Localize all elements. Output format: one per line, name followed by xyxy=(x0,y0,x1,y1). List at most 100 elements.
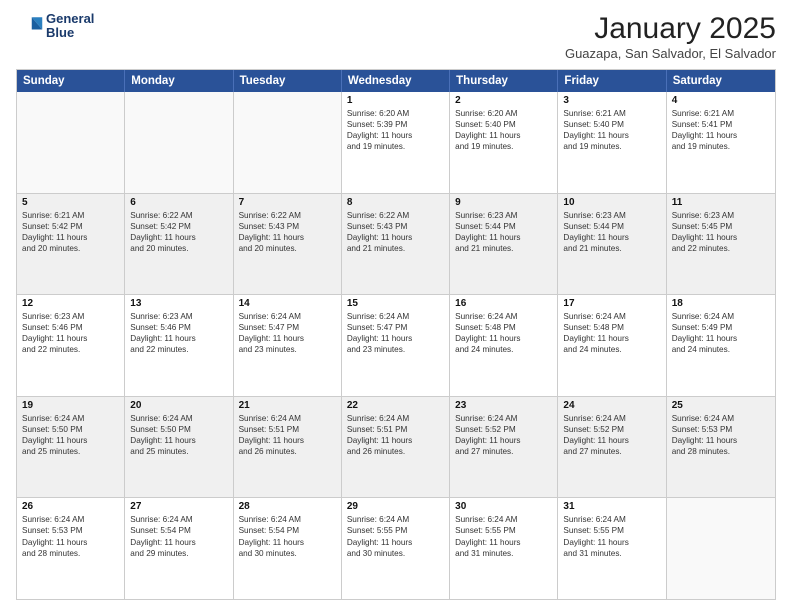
cell-line: Sunrise: 6:24 AM xyxy=(455,311,552,322)
cell-line: Sunset: 5:40 PM xyxy=(455,119,552,130)
calendar-cell-3-3: 22Sunrise: 6:24 AMSunset: 5:51 PMDayligh… xyxy=(342,397,450,498)
cell-line: Sunset: 5:48 PM xyxy=(455,322,552,333)
logo: General Blue xyxy=(16,12,94,41)
day-number: 12 xyxy=(22,298,119,309)
weekday-header-thursday: Thursday xyxy=(450,70,558,92)
calendar-body: 1Sunrise: 6:20 AMSunset: 5:39 PMDaylight… xyxy=(17,92,775,599)
cell-line: Sunrise: 6:21 AM xyxy=(22,210,119,221)
cell-line: Sunset: 5:42 PM xyxy=(22,221,119,232)
cell-line: Daylight: 11 hours xyxy=(347,537,444,548)
day-number: 19 xyxy=(22,400,119,411)
cell-line: Sunset: 5:55 PM xyxy=(347,525,444,536)
day-number: 9 xyxy=(455,197,552,208)
weekday-header-saturday: Saturday xyxy=(667,70,775,92)
day-number: 31 xyxy=(563,501,660,512)
day-number: 3 xyxy=(563,95,660,106)
cell-line: and 23 minutes. xyxy=(239,344,336,355)
cell-line: Daylight: 11 hours xyxy=(130,333,227,344)
calendar-cell-4-1: 27Sunrise: 6:24 AMSunset: 5:54 PMDayligh… xyxy=(125,498,233,599)
cell-line: Sunset: 5:40 PM xyxy=(563,119,660,130)
cell-line: Sunrise: 6:24 AM xyxy=(239,413,336,424)
day-number: 29 xyxy=(347,501,444,512)
cell-line: Daylight: 11 hours xyxy=(672,333,770,344)
cell-line: Daylight: 11 hours xyxy=(455,232,552,243)
cell-line: Sunset: 5:41 PM xyxy=(672,119,770,130)
cell-line: and 21 minutes. xyxy=(347,243,444,254)
month-title: January 2025 xyxy=(565,12,776,46)
cell-line: Sunrise: 6:20 AM xyxy=(347,108,444,119)
cell-line: Sunrise: 6:21 AM xyxy=(563,108,660,119)
cell-line: Sunrise: 6:23 AM xyxy=(22,311,119,322)
cell-line: Sunset: 5:39 PM xyxy=(347,119,444,130)
cell-line: Sunrise: 6:24 AM xyxy=(130,514,227,525)
calendar-cell-2-0: 12Sunrise: 6:23 AMSunset: 5:46 PMDayligh… xyxy=(17,295,125,396)
calendar-cell-1-1: 6Sunrise: 6:22 AMSunset: 5:42 PMDaylight… xyxy=(125,194,233,295)
calendar-cell-0-1 xyxy=(125,92,233,193)
cell-line: and 22 minutes. xyxy=(22,344,119,355)
cell-line: Sunset: 5:54 PM xyxy=(239,525,336,536)
cell-line: Daylight: 11 hours xyxy=(563,130,660,141)
calendar-cell-1-3: 8Sunrise: 6:22 AMSunset: 5:43 PMDaylight… xyxy=(342,194,450,295)
cell-line: Daylight: 11 hours xyxy=(130,232,227,243)
cell-line: Sunrise: 6:21 AM xyxy=(672,108,770,119)
day-number: 6 xyxy=(130,197,227,208)
day-number: 2 xyxy=(455,95,552,106)
cell-line: Sunset: 5:53 PM xyxy=(672,424,770,435)
calendar-cell-3-2: 21Sunrise: 6:24 AMSunset: 5:51 PMDayligh… xyxy=(234,397,342,498)
day-number: 16 xyxy=(455,298,552,309)
calendar-cell-0-6: 4Sunrise: 6:21 AMSunset: 5:41 PMDaylight… xyxy=(667,92,775,193)
day-number: 21 xyxy=(239,400,336,411)
cell-line: Daylight: 11 hours xyxy=(130,435,227,446)
cell-line: and 19 minutes. xyxy=(347,141,444,152)
calendar-cell-2-2: 14Sunrise: 6:24 AMSunset: 5:47 PMDayligh… xyxy=(234,295,342,396)
cell-line: and 31 minutes. xyxy=(563,548,660,559)
weekday-header-friday: Friday xyxy=(558,70,666,92)
cell-line: Sunset: 5:47 PM xyxy=(347,322,444,333)
calendar-row-3: 19Sunrise: 6:24 AMSunset: 5:50 PMDayligh… xyxy=(17,396,775,498)
cell-line: Daylight: 11 hours xyxy=(239,537,336,548)
calendar-cell-4-3: 29 Sunrise: 6:24 AMSunset: 5:55 PMDayligh… xyxy=(342,498,450,599)
calendar-row-4: 26Sunrise: 6:24 AMSunset: 5:53 PMDayligh… xyxy=(17,497,775,599)
cell-line: Sunset: 5:52 PM xyxy=(455,424,552,435)
calendar-cell-1-0: 5Sunrise: 6:21 AMSunset: 5:42 PMDaylight… xyxy=(17,194,125,295)
day-number: 27 xyxy=(130,501,227,512)
cell-line: Sunrise: 6:24 AM xyxy=(563,413,660,424)
cell-line: Sunrise: 6:22 AM xyxy=(130,210,227,221)
cell-line: Sunrise: 6:24 AM xyxy=(672,413,770,424)
cell-line: Sunrise: 6:24 AM xyxy=(239,514,336,525)
cell-line: Sunrise: 6:24 AM xyxy=(455,413,552,424)
cell-line: Sunrise: 6:23 AM xyxy=(563,210,660,221)
logo-text: General Blue xyxy=(46,12,94,41)
cell-line: and 24 minutes. xyxy=(455,344,552,355)
cell-line: and 28 minutes. xyxy=(672,446,770,457)
cell-line: and 29 minutes. xyxy=(130,548,227,559)
cell-line: Daylight: 11 hours xyxy=(455,435,552,446)
location: Guazapa, San Salvador, El Salvador xyxy=(565,46,776,61)
day-number: 20 xyxy=(130,400,227,411)
cell-line: Sunset: 5:51 PM xyxy=(347,424,444,435)
day-number: 14 xyxy=(239,298,336,309)
cell-line: and 26 minutes. xyxy=(347,446,444,457)
cell-line: Sunrise: 6:20 AM xyxy=(455,108,552,119)
cell-line: Daylight: 11 hours xyxy=(347,435,444,446)
cell-line: and 27 minutes. xyxy=(455,446,552,457)
cell-line: Daylight: 11 hours xyxy=(347,130,444,141)
day-number: 30 xyxy=(455,501,552,512)
cell-line: Sunrise: 6:24 AM xyxy=(347,413,444,424)
cell-line: Sunrise: 6:24 AM xyxy=(347,514,444,525)
cell-line: Sunset: 5:47 PM xyxy=(239,322,336,333)
cell-line: Daylight: 11 hours xyxy=(239,435,336,446)
calendar-cell-1-5: 10Sunrise: 6:23 AMSunset: 5:44 PMDayligh… xyxy=(558,194,666,295)
cell-line: Sunset: 5:49 PM xyxy=(672,322,770,333)
cell-line: and 19 minutes. xyxy=(672,141,770,152)
calendar-cell-3-5: 24Sunrise: 6:24 AMSunset: 5:52 PMDayligh… xyxy=(558,397,666,498)
calendar-cell-2-1: 13Sunrise: 6:23 AMSunset: 5:46 PMDayligh… xyxy=(125,295,233,396)
page: General Blue January 2025 Guazapa, San S… xyxy=(0,0,792,612)
day-number: 8 xyxy=(347,197,444,208)
cell-line: Daylight: 11 hours xyxy=(22,537,119,548)
cell-line: and 21 minutes. xyxy=(455,243,552,254)
cell-line: Daylight: 11 hours xyxy=(563,333,660,344)
calendar-cell-4-5: 31Sunrise: 6:24 AMSunset: 5:55 PMDayligh… xyxy=(558,498,666,599)
calendar-cell-3-6: 25Sunrise: 6:24 AMSunset: 5:53 PMDayligh… xyxy=(667,397,775,498)
cell-line: Daylight: 11 hours xyxy=(455,333,552,344)
